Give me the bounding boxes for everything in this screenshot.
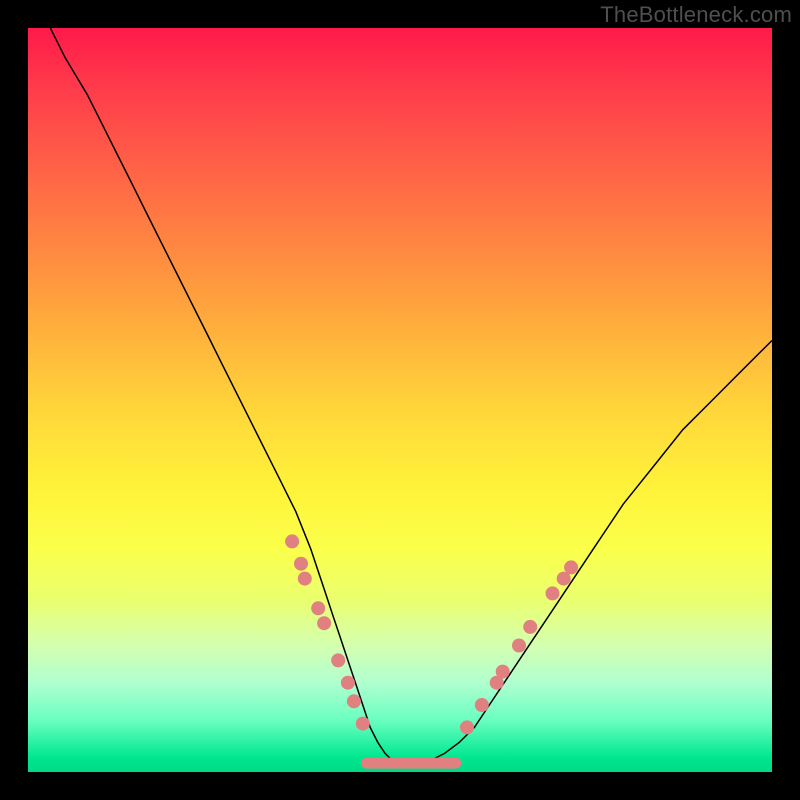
chart-area	[28, 28, 772, 772]
marker-dot	[475, 698, 489, 712]
marker-dot	[523, 620, 537, 634]
marker-dot	[294, 557, 308, 571]
marker-dot	[298, 572, 312, 586]
bottleneck-curve	[50, 28, 772, 765]
marker-dot	[331, 653, 345, 667]
marker-dot	[311, 601, 325, 615]
marker-dot	[546, 586, 560, 600]
marker-dot	[341, 676, 355, 690]
plot-svg	[28, 28, 772, 772]
marker-dot	[356, 717, 370, 731]
marker-dot	[496, 665, 510, 679]
marker-dot	[347, 694, 361, 708]
marker-group-left	[285, 534, 370, 730]
marker-dot	[564, 560, 578, 574]
marker-dot	[285, 534, 299, 548]
marker-dot	[512, 639, 526, 653]
marker-dot	[317, 616, 331, 630]
marker-dot	[460, 720, 474, 734]
watermark-text: TheBottleneck.com	[600, 2, 792, 28]
marker-group-right	[460, 560, 578, 734]
